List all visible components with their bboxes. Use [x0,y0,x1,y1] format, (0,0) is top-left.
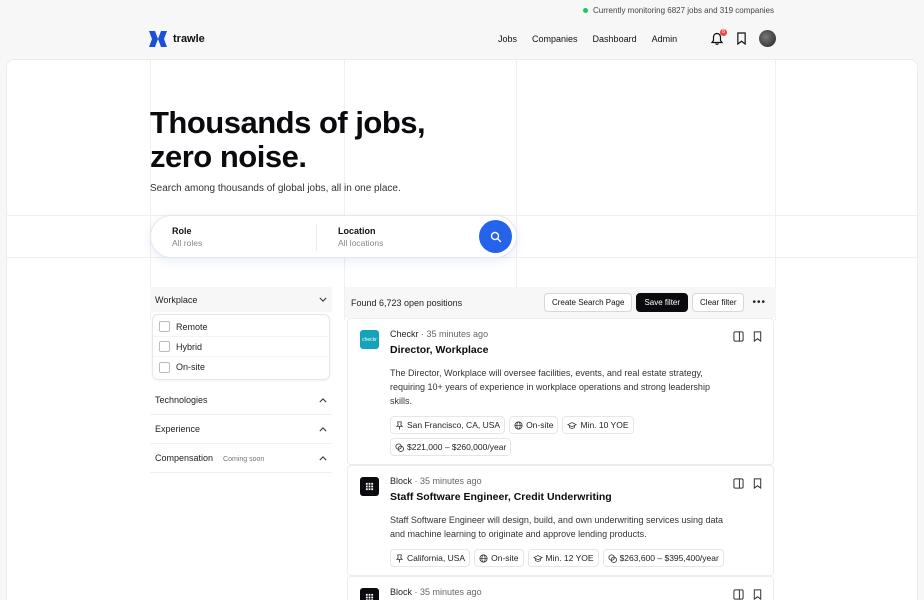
company-logo: checkr [360,330,379,349]
workplace-options: Remote Hybrid On-site [152,314,330,380]
workplace-option-remote[interactable]: Remote [153,317,329,337]
more-options-icon[interactable]: ••• [748,297,770,308]
results-count: Found 6,723 open positions [351,297,463,308]
monitoring-text: Currently monitoring 6827 jobs and 319 c… [593,6,774,15]
chevron-up-icon [319,455,327,460]
results-panel: Found 6,723 open positions Create Search… [345,287,776,600]
coins-icon [395,442,404,452]
bookmark-icon[interactable] [752,331,763,342]
nav-link-jobs[interactable]: Jobs [498,34,517,44]
job-card[interactable]: Block · 35 minutes ago [347,576,774,600]
company-name[interactable]: Checkr [390,329,419,339]
block-logo-icon [365,593,374,600]
posted-time: 35 minutes ago [426,329,489,339]
results-toolbar: Found 6,723 open positions Create Search… [345,287,776,318]
location-field[interactable]: Location All locations [338,226,383,248]
coins-icon [608,553,617,563]
job-description: The Director, Workplace will oversee fac… [390,368,710,406]
job-tags: San Francisco, CA, USA On-site Min. 10 Y… [390,416,750,456]
graduation-cap-icon [532,554,543,562]
navbar: trawle Jobs Companies Dashboard Admin 8 [0,20,924,60]
location-tag: San Francisco, CA, USA [390,416,506,434]
filters-sidebar: Workplace Remote Hybrid On-site Technolo… [150,287,332,473]
experience-tag: Min. 10 YOE [562,416,634,434]
experience-tag: Min. 12 YOE [527,549,599,567]
bookmark-icon[interactable] [752,478,763,489]
salary-tag: $263,600 – $395,400/year [602,549,724,567]
hero: Thousands of jobs, zero noise. Search am… [150,105,470,195]
save-filter-button[interactable]: Save filter [636,293,689,312]
nav-link-dashboard[interactable]: Dashboard [593,34,637,44]
workplace-option-hybrid[interactable]: Hybrid [153,337,329,357]
filter-workplace-header[interactable]: Workplace [150,287,332,312]
brand-name: trawle [173,33,205,45]
grid-line [775,60,776,320]
globe-icon [514,420,523,430]
chevron-down-icon [319,297,327,302]
nav-links: Jobs Companies Dashboard Admin [498,34,677,44]
block-logo-icon [365,482,374,491]
search-icon [490,231,501,242]
notification-badge: 8 [720,28,727,36]
company-logo [360,477,379,496]
job-title[interactable]: Director, Workplace [390,344,763,356]
grid-line [516,60,517,320]
filter-experience-header[interactable]: Experience [150,415,332,444]
sidebar-panel-icon[interactable] [733,478,744,489]
hero-subtitle: Search among thousands of global jobs, a… [150,183,401,194]
search-bar: Role All roles Location All locations [150,215,517,258]
status-dot-icon [583,8,588,13]
brand-logo[interactable]: trawle [149,31,205,47]
job-description: Staff Software Engineer will design, bui… [390,515,724,539]
posted-time: 35 minutes ago [420,587,482,597]
filter-technologies-header[interactable]: Technologies [150,386,332,415]
bookmark-icon[interactable] [752,589,763,600]
notifications-button[interactable]: 8 [710,28,727,46]
company-name[interactable]: Block [390,587,412,597]
globe-icon [479,553,488,563]
hero-title: Thousands of jobs, zero noise. [150,105,426,174]
nav-icons: 8 [710,28,776,47]
location-tag: California, USA [390,549,471,567]
bookmark-icon[interactable] [736,32,747,45]
role-field[interactable]: Role All roles [172,226,202,248]
company-name[interactable]: Block [390,476,412,486]
pin-icon [395,553,404,563]
filter-compensation-header[interactable]: Compensation Coming soon [150,444,332,473]
create-search-page-button[interactable]: Create Search Page [543,293,633,312]
monitoring-status: Currently monitoring 6827 jobs and 319 c… [583,6,774,15]
main-panel: Thousands of jobs, zero noise. Search am… [6,59,918,600]
job-tags: California, USA On-site Min. 12 YOE $263… [390,549,750,567]
checkbox[interactable] [159,321,170,332]
chevron-up-icon [319,426,327,431]
coming-soon-badge: Coming soon [223,456,265,463]
search-divider [316,224,317,251]
clear-filter-button[interactable]: Clear filter [692,293,745,312]
sidebar-panel-icon[interactable] [733,589,744,600]
trawle-logo-icon [149,31,167,47]
checkbox[interactable] [159,341,170,352]
workplace-tag: On-site [474,549,524,567]
job-card[interactable]: checkr Checkr · 35 minutes ago Director,… [347,318,774,465]
sidebar-panel-icon[interactable] [733,331,744,342]
job-card[interactable]: Block · 35 minutes ago Staff Software En… [347,465,774,576]
checkbox[interactable] [159,361,170,373]
job-title[interactable]: Staff Software Engineer, Credit Underwri… [390,491,763,503]
search-button[interactable] [479,220,512,253]
graduation-cap-icon [567,421,578,429]
chevron-up-icon [319,397,327,402]
workplace-option-onsite[interactable]: On-site [153,357,329,377]
top-status-bar: Currently monitoring 6827 jobs and 319 c… [0,0,924,20]
posted-time: 35 minutes ago [420,476,482,486]
salary-tag: $221,000 – $260,000/year [390,438,512,456]
nav-link-admin[interactable]: Admin [652,34,678,44]
pin-icon [395,420,404,430]
nav-link-companies[interactable]: Companies [532,34,578,44]
user-avatar[interactable] [759,30,776,47]
workplace-tag: On-site [509,416,559,434]
company-logo [360,588,379,600]
